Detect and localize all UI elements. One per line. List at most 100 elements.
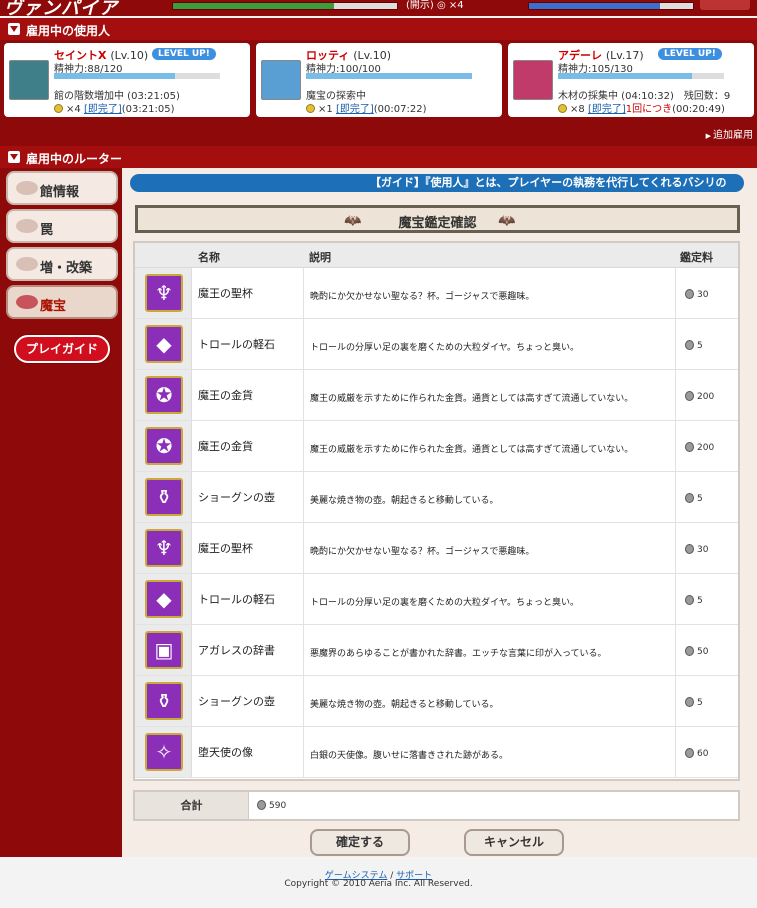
item-fee: 5	[685, 595, 703, 606]
collapse-arrow-icon[interactable]	[8, 23, 20, 35]
item-description: 美麗な焼き物の壺。朝起きると移動している。	[310, 496, 499, 506]
gem-coin-icon	[685, 340, 694, 350]
item-name: アガレスの辞書	[198, 644, 275, 657]
item-fee: 30	[685, 289, 708, 300]
instant-complete-link[interactable]: [即完了]	[84, 104, 122, 115]
grail-icon: ♆	[145, 274, 183, 312]
item-name: 魔王の金貨	[198, 389, 253, 402]
gem-coin-icon	[685, 697, 694, 707]
header-description: 説明	[309, 251, 331, 264]
item-description: 魔王の威厳を示すために作られた金貨。通貨としては高すぎて流通していない。	[310, 445, 634, 455]
table-row: ✪ 魔王の金貨 魔王の威厳を示すために作られた金貨。通貨としては高すぎて流通していな…	[135, 421, 738, 472]
servant-card: セイントX (Lv.10) LEVEL UP! 精神力:88/120 館の階数増加中 …	[4, 43, 250, 117]
collapse-arrow-icon[interactable]	[8, 151, 20, 163]
item-description: 晩酌にか欠かせない聖なる？杯。ゴージャスで悪趣味。	[310, 547, 535, 557]
servants-section-header: 雇用中の使用人	[0, 18, 757, 40]
panel-title-box: 🦇 魔宝鑑定確認 🦇	[135, 205, 740, 233]
gem-coin-icon	[685, 391, 694, 401]
item-fee: 200	[685, 442, 714, 453]
gold-coin-icon	[306, 104, 315, 113]
item-name: 魔王の金貨	[198, 440, 253, 453]
top-status-bar: ヴァンパイア (開示) ◎ ×4	[0, 0, 757, 16]
servant-portrait[interactable]	[513, 60, 553, 100]
gem-coin-icon	[685, 646, 694, 656]
item-name: ショーグンの壺	[198, 695, 275, 708]
footer: ゲームシステム / サポート Copyright © 2010 Aeria In…	[0, 857, 757, 908]
total-row: 合計 590	[133, 790, 740, 821]
header-name: 名称	[198, 251, 220, 264]
item-fee: 30	[685, 544, 708, 555]
item-description: 魔王の威厳を示すために作られた金貨。通貨としては高すぎて流通していない。	[310, 394, 634, 404]
level-up-badge: LEVEL UP!	[152, 48, 216, 60]
instant-complete-link[interactable]: [即完了]	[588, 104, 626, 115]
item-description: 悪魔界のあらゆることが書かれた辞書。エッチな言葉に印が入っている。	[310, 649, 607, 659]
servant-card: ロッティ (Lv.10) 精神力:100/100 魔宝の探索中 ×1 [即完了](00…	[256, 43, 502, 117]
gem-icon: ◆	[145, 325, 183, 363]
table-row: ⚱ ショーグンの壺 美麗な焼き物の壺。朝起きると移動している。 5	[135, 472, 738, 523]
book-icon: ▣	[145, 631, 183, 669]
servant-card: アデーレ (Lv.17) LEVEL UP! 精神力:105/130 木材の採集中 (…	[508, 43, 754, 117]
nav-bullet-icon	[16, 219, 38, 233]
gem-icon: ◆	[145, 580, 183, 618]
vase-icon: ⚱	[145, 682, 183, 720]
nav-bullet-icon	[16, 181, 38, 195]
main-content: 【ガイド】『使用人』とは、プレイヤーの執務を代行してくれるバシリの 🦇 魔宝鑑定…	[122, 168, 757, 857]
gold-coin-icon	[54, 104, 63, 113]
table-row: ⚱ ショーグンの壺 美麗な焼き物の壺。朝起きると移動している。 5	[135, 676, 738, 727]
treasure-table: 名称 説明 鑑定料 ♆ 魔王の聖杯 晩酌にか欠かせない聖なる？杯。ゴージャスで悪趣味…	[133, 241, 740, 781]
gem-coin-icon	[257, 800, 266, 810]
instant-complete-link[interactable]: [即完了]	[336, 104, 374, 115]
servant-coin-row: ×1 [即完了](00:07:22)	[306, 100, 426, 115]
confirm-button[interactable]: 確定する	[310, 829, 410, 856]
stamina-bar	[54, 73, 220, 79]
servant-coin-row: ×8 [即完了]1回につき(00:20:49)	[558, 100, 725, 115]
gem-coin-icon	[685, 442, 694, 452]
stamina-bar	[306, 73, 472, 79]
nav-item[interactable]: 増・改築	[6, 247, 118, 281]
item-fee: 50	[685, 646, 708, 657]
angel-statue-icon: ✧	[145, 733, 183, 771]
vase-icon: ⚱	[145, 478, 183, 516]
item-name: 魔王の聖杯	[198, 542, 253, 555]
item-name: 堕天使の像	[198, 746, 253, 759]
play-guide-button[interactable]: プレイガイド	[14, 335, 110, 363]
top-status-text: (開示) ◎ ×4	[406, 0, 464, 11]
panel-title: 魔宝鑑定確認	[398, 216, 477, 231]
nav-item[interactable]: 魔宝	[6, 285, 118, 319]
total-label: 合計	[135, 792, 249, 819]
mp-gauge	[528, 2, 694, 10]
servant-coin-row: ×4 [即完了](03:21:05)	[54, 100, 174, 115]
item-name: 魔王の聖杯	[198, 287, 253, 300]
nav-item[interactable]: 罠	[6, 209, 118, 243]
grail-icon: ♆	[145, 529, 183, 567]
top-action-button[interactable]	[700, 0, 750, 10]
item-fee: 5	[685, 697, 703, 708]
cancel-button[interactable]: キャンセル	[464, 829, 564, 856]
stamina-bar	[558, 73, 724, 79]
table-row: ♆ 魔王の聖杯 晩酌にか欠かせない聖なる？杯。ゴージャスで悪趣味。 30	[135, 523, 738, 574]
gold-coin-icon	[558, 104, 567, 113]
item-name: トロールの軽石	[198, 338, 275, 351]
total-value: 590	[257, 800, 286, 811]
item-fee: 5	[685, 493, 703, 504]
item-description: トロールの分厚い足の裏を磨くための大粒ダイヤ。ちょっと臭い。	[310, 598, 580, 608]
servant-portrait[interactable]	[261, 60, 301, 100]
bat-icon: 🦇	[498, 213, 516, 229]
gem-coin-icon	[685, 748, 694, 758]
table-row: ▣ アガレスの辞書 悪魔界のあらゆることが書かれた辞書。エッチな言葉に印が入っている…	[135, 625, 738, 676]
gem-coin-icon	[685, 493, 694, 503]
looter-section-title: 雇用中のルーター	[26, 152, 123, 166]
servant-portrait[interactable]	[9, 60, 49, 100]
item-fee: 60	[685, 748, 708, 759]
level-up-badge: LEVEL UP!	[658, 48, 722, 60]
add-hire-link[interactable]: 追加雇用	[706, 126, 753, 141]
gem-coin-icon	[685, 595, 694, 605]
nav-item[interactable]: 館情報	[6, 171, 118, 205]
table-row: ✧ 堕天使の像 白銀の天使像。腹いせに落書きされた跡がある。 60	[135, 727, 738, 778]
gem-coin-icon	[685, 289, 694, 299]
item-description: 白銀の天使像。腹いせに落書きされた跡がある。	[310, 751, 509, 761]
game-logo: ヴァンパイア	[4, 0, 118, 16]
hp-gauge	[172, 2, 398, 10]
item-description: 美麗な焼き物の壺。朝起きると移動している。	[310, 700, 499, 710]
header-fee: 鑑定料	[680, 251, 713, 264]
